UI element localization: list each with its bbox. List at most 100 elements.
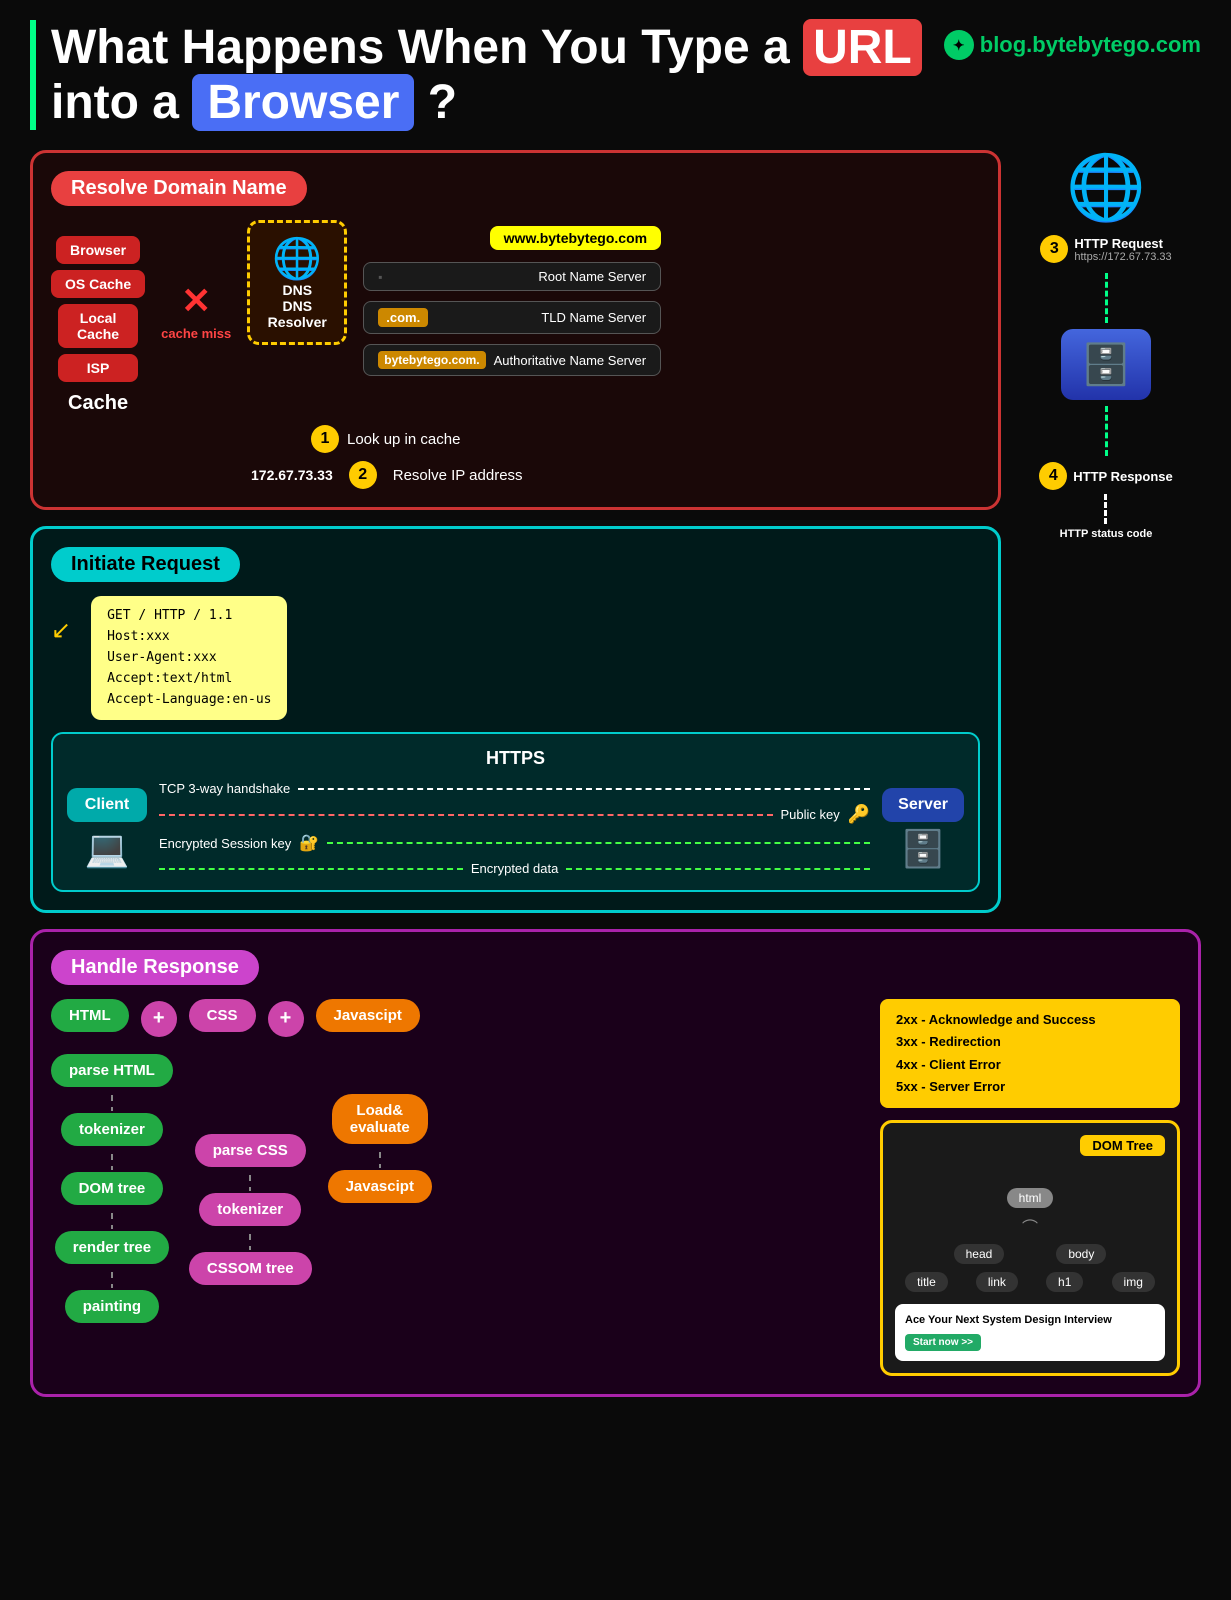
tokenizer-html: tokenizer [61, 1113, 163, 1146]
render-tree: render tree [55, 1231, 169, 1264]
step2-row: 172.67.73.33 2 Resolve IP address [251, 461, 980, 489]
dns-label: DNS [262, 282, 332, 298]
step3-label: 3 HTTP Request https://172.67.73.33 [1040, 235, 1171, 263]
tcp-handshake-line: TCP 3-way handshake [159, 781, 870, 796]
browser-highlight: Browser [192, 74, 414, 131]
back-arrow: ↙ [51, 616, 71, 645]
sk-arrow [327, 842, 870, 844]
dom-tree-visual: html ⌒ head body [895, 1186, 1165, 1294]
dns-globe-icon: 🌐 [262, 235, 332, 282]
handle-inner: HTML + CSS + Javascipt parse HTML tokeni… [51, 999, 1180, 1375]
tree-conn1: ⌒ [895, 1214, 1165, 1238]
url-badge-area: www.bytebytego.com [363, 230, 661, 248]
cssom-tree: CSSOM tree [189, 1252, 312, 1285]
dom-tree-box: DOM Tree html ⌒ head [880, 1120, 1180, 1376]
client-server-row: Client 💻 TCP 3-way handshake Public key … [67, 781, 964, 876]
ad-box: Ace Your Next System Design Interview St… [895, 1304, 1165, 1361]
encrypted-data-label: Encrypted data [471, 861, 558, 876]
public-key-label: Public key [781, 807, 840, 822]
parse-css: parse CSS [195, 1134, 306, 1167]
dns-full-label: DNSResolver [262, 298, 332, 330]
tcp-label: TCP 3-way handshake [159, 781, 290, 796]
status-4xx: 4xx - Client Error [896, 1054, 1164, 1076]
dom-h1-node: h1 [1046, 1272, 1083, 1292]
step1-row: 1 Look up in cache [311, 425, 980, 453]
dom-head-node: head [954, 1244, 1005, 1264]
http-line-1: GET / HTTP / 1.1 [107, 606, 271, 627]
url-highlight: URL [803, 19, 922, 76]
step4-text: HTTP Response [1073, 469, 1172, 484]
local-cache: LocalCache [58, 304, 138, 348]
painting: painting [65, 1290, 159, 1323]
parse-html: parse HTML [51, 1054, 173, 1087]
dom-root-row: html [895, 1186, 1165, 1210]
resolve-domain-section: Resolve Domain Name Browser OS Cache Loc… [30, 150, 1001, 510]
x-icon: ✕ [181, 280, 211, 322]
dom-tree-title: DOM Tree [1080, 1135, 1165, 1156]
initiate-inner: ↙ GET / HTTP / 1.1 Host:xxx User-Agent:x… [51, 596, 980, 720]
conn2 [111, 1154, 113, 1170]
server-box: Server [882, 788, 964, 822]
plus2: + [268, 1001, 304, 1037]
encrypted-data-line: Encrypted data [159, 861, 870, 876]
root-ns-label: Root Name Server [538, 269, 646, 284]
cache-main-label: Cache [68, 392, 128, 415]
dashed-line-2 [1105, 406, 1108, 456]
step1-badge: 1 [311, 425, 339, 453]
brand-section: ✦ blog.bytebytego.com [944, 30, 1201, 60]
server-area: Server 🗄️ [882, 788, 964, 870]
step3-sub: https://172.67.73.33 [1074, 251, 1171, 263]
http-line-5: Accept-Language:en-us [107, 690, 271, 711]
status-5xx: 5xx - Server Error [896, 1076, 1164, 1098]
cache-miss-text: cache miss [161, 326, 231, 341]
initiate-section-title: Initiate Request [51, 547, 240, 582]
status-2xx: 2xx - Acknowledge and Success [896, 1009, 1164, 1031]
server-icon: 🗄️ [1061, 329, 1151, 400]
brand-icon: ✦ [944, 30, 974, 60]
tld-badge: .com. [378, 308, 428, 327]
authoritative-name-server: bytebytego.com. Authoritative Name Serve… [363, 344, 661, 376]
server-db-icon: 🗄️ [901, 828, 946, 870]
css-pipeline: parse CSS tokenizer CSSOM tree [189, 1134, 312, 1329]
content-area: 🌐 3 HTTP Request https://172.67.73.33 🗄️… [30, 150, 1201, 1396]
dashed-line-3 [1104, 494, 1107, 524]
dom-body-node: body [1056, 1244, 1106, 1264]
http-line-4: Accept:text/html [107, 669, 271, 690]
ed-arrow-2 [566, 868, 870, 870]
http-status-label: HTTP status code [1060, 528, 1153, 540]
brand-label: blog.bytebytego.com [980, 32, 1201, 58]
public-key-line: Public key 🔑 [159, 804, 870, 825]
html-pipeline: parse HTML tokenizer DOM tree render tre… [51, 1054, 173, 1329]
os-cache: OS Cache [51, 270, 145, 298]
isp-cache: ISP [58, 354, 138, 382]
http-line-2: Host:xxx [107, 627, 271, 648]
www-icon: 🌐 [1066, 150, 1146, 225]
dom-img-node: img [1112, 1272, 1155, 1292]
url-badge: www.bytebytego.com [490, 226, 661, 250]
step3-text: HTTP Request [1074, 236, 1171, 251]
dom-html-node: html [1007, 1188, 1054, 1208]
cache-column: Browser OS Cache LocalCache ISP Cache [51, 236, 145, 415]
pk-arrow [159, 814, 773, 816]
ns-dot1: ▪ [378, 270, 382, 284]
main-container: What Happens When You Type a URL into a … [0, 0, 1231, 1433]
main-title: What Happens When You Type a URL into a … [30, 20, 922, 130]
conn3 [111, 1213, 113, 1229]
html-item: HTML [51, 999, 129, 1032]
ad-cta-button[interactable]: Start now >> [905, 1334, 981, 1351]
left-pipeline: HTML + CSS + Javascipt parse HTML tokeni… [51, 999, 860, 1375]
title-section: What Happens When You Type a URL into a … [30, 20, 1201, 130]
name-servers-col: www.bytebytego.com ▪ Root Name Server .c… [363, 230, 661, 376]
dns-resolver-box: 🌐 DNS HTTPS DNSResolver [247, 220, 347, 345]
dom-tree: DOM tree [61, 1172, 164, 1205]
step4-area: 4 HTTP Response HTTP status code [1039, 462, 1172, 540]
step2-badge: 2 [349, 461, 377, 489]
key-icon: 🔑 [848, 804, 870, 825]
session-key-icon: 🔐 [299, 833, 319, 853]
tld-name-server: .com. TLD Name Server [363, 301, 661, 334]
comm-lines: TCP 3-way handshake Public key 🔑 Encrypt… [159, 781, 870, 876]
resolve-inner: Browser OS Cache LocalCache ISP Cache ✕ … [51, 220, 980, 415]
initiate-request-section: Initiate Request ↙ GET / HTTP / 1.1 Host… [30, 526, 1001, 913]
conn4 [111, 1272, 113, 1288]
js-pipeline: Load&evaluate Javascipt [328, 1094, 432, 1329]
